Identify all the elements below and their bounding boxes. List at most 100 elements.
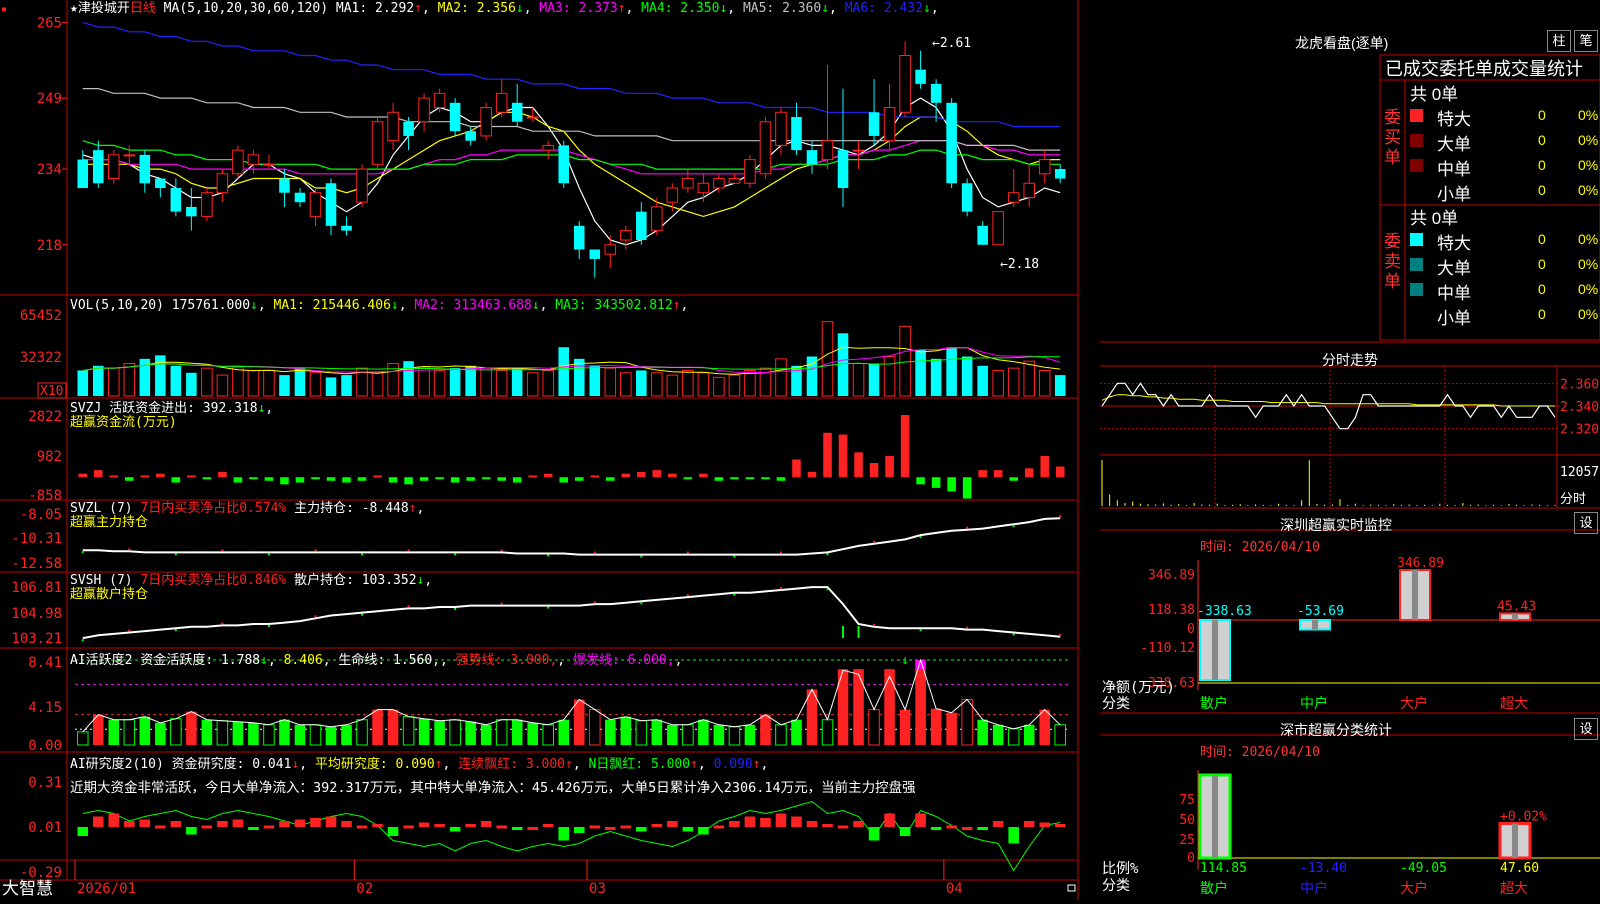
- svsh-dot: [314, 615, 317, 618]
- szcls-tick: 25: [1179, 833, 1195, 848]
- candle-body: [744, 159, 756, 184]
- volume-bar: [309, 372, 322, 397]
- order-size-label: 小单: [1437, 309, 1471, 328]
- activity-bar: [216, 720, 229, 746]
- activity-bar: [868, 709, 880, 746]
- activity-bar: [495, 719, 508, 746]
- money-flow-bar: [885, 455, 894, 478]
- activity-bar: [946, 712, 957, 745]
- research-bar: [698, 827, 709, 835]
- candle-body: [123, 154, 136, 157]
- szmon-settings-button[interactable]: 设: [1574, 512, 1598, 534]
- money-flow-bar: [714, 477, 724, 481]
- order-percent: 0%: [1578, 306, 1599, 322]
- ma-header-part: ↓: [719, 1, 727, 16]
- bar-mode-button[interactable]: 柱: [1547, 30, 1571, 52]
- activity-bar: [480, 724, 492, 745]
- activity-bar: [1054, 724, 1067, 746]
- research-bar: [713, 825, 725, 829]
- money-flow-bar: [280, 477, 289, 485]
- vol-header-part: VOL(5,10,20): [70, 298, 172, 313]
- ai-header-part: 8.406: [284, 653, 323, 668]
- volume-bar: [216, 374, 229, 397]
- order-count: 0: [1538, 231, 1546, 247]
- research-bar: [527, 827, 538, 830]
- svsh-dot: [779, 586, 782, 589]
- svzl-dot: [547, 554, 550, 557]
- volume-bar: [186, 372, 197, 396]
- candle-body: [915, 69, 926, 84]
- svsh-header-part: 7日内买卖净占比0.846%: [140, 572, 286, 588]
- candle-body: [682, 178, 694, 189]
- order-color-swatch: [1410, 258, 1423, 271]
- candle-body: [930, 83, 942, 103]
- activity-bar: [558, 719, 570, 745]
- research-bar: [915, 813, 926, 827]
- order-percent: 0%: [1578, 182, 1599, 198]
- money-flow-bar: [295, 477, 305, 483]
- money-flow-bar: [900, 415, 910, 478]
- svzl-tick-label: -8.05: [20, 507, 62, 523]
- svzl-dot: [361, 553, 364, 556]
- ai2-header-part: ,: [573, 757, 589, 772]
- svzl-dot: [314, 549, 317, 552]
- research-bar: [387, 827, 399, 836]
- research-bar: [325, 816, 337, 827]
- order-percent: 0%: [1578, 231, 1599, 247]
- x-tick-label: 02: [356, 881, 373, 897]
- candle-body: [961, 183, 973, 212]
- vol-header-part: ↓: [391, 298, 399, 313]
- svsh-dot: [267, 624, 270, 627]
- svsh-header: SVSH (7) 7日内买卖净占比0.846% 散户持仓: 103.352↓,: [70, 572, 432, 588]
- szmon-bar-label: 346.89: [1397, 556, 1444, 571]
- vol-header-part: ,: [399, 298, 415, 313]
- activity-bar: [682, 724, 694, 746]
- research-bar: [682, 827, 694, 832]
- money-flow-bar: [357, 477, 367, 481]
- money-flow-bar: [590, 475, 600, 478]
- svsh-dot: [1012, 633, 1015, 636]
- money-flow-bar: [187, 475, 196, 478]
- ma-header-part: 日线: [130, 1, 156, 16]
- volume-bar: [852, 362, 865, 397]
- volume-bar: [915, 349, 926, 396]
- candle-body: [155, 178, 166, 188]
- research-bar: [853, 821, 864, 827]
- volume-bar: [806, 356, 818, 396]
- candle-body: [216, 173, 229, 194]
- candle-body: [371, 121, 384, 165]
- candle-body: [325, 183, 337, 226]
- money-flow-bar: [574, 477, 584, 481]
- candle-body: [1038, 159, 1051, 175]
- svzl-dot: [640, 555, 643, 558]
- activity-bar: [108, 719, 120, 745]
- activity-signal-arrow: ↓: [901, 653, 909, 668]
- research-bar: [930, 827, 942, 830]
- svzj-header-part: SVZJ 活跃资金进出: 392.318: [70, 400, 258, 416]
- money-flow-bar: [171, 477, 181, 483]
- tick-mode-button[interactable]: 笔: [1574, 30, 1598, 52]
- order-row: 大单 0 0%: [1410, 130, 1600, 154]
- szcls-settings-button[interactable]: 设: [1574, 718, 1598, 740]
- research-bar: [884, 813, 895, 827]
- activity-bar: [123, 719, 136, 746]
- ai2-header: AI研究度2(10) 资金研究度: 0.041↓, 平均研究度: 0.090↑,…: [70, 756, 768, 772]
- activity-bar: [511, 719, 523, 745]
- lock-icon[interactable]: [1067, 884, 1076, 892]
- volume-bar: [108, 367, 120, 397]
- order-row: 小单 0 0%: [1410, 304, 1600, 328]
- svzj-subtitle: 超赢资金流(万元): [70, 414, 177, 430]
- activity-bar: [155, 722, 166, 745]
- money-flow-bar: [606, 477, 615, 481]
- volume-bar: [558, 347, 570, 396]
- ma-header-part: ↓: [821, 1, 829, 16]
- volume-bar: [589, 365, 601, 396]
- vol-header-part: ,: [681, 298, 689, 313]
- research-bar: [232, 819, 244, 827]
- activity-bar: [620, 716, 632, 745]
- svzl-dot: [81, 551, 84, 554]
- volume-bar: [263, 369, 275, 397]
- ai2-tick-label: 0.01: [28, 820, 62, 836]
- activity-bar: [899, 709, 911, 745]
- ma-header-part: MA6: 2.432: [845, 1, 923, 16]
